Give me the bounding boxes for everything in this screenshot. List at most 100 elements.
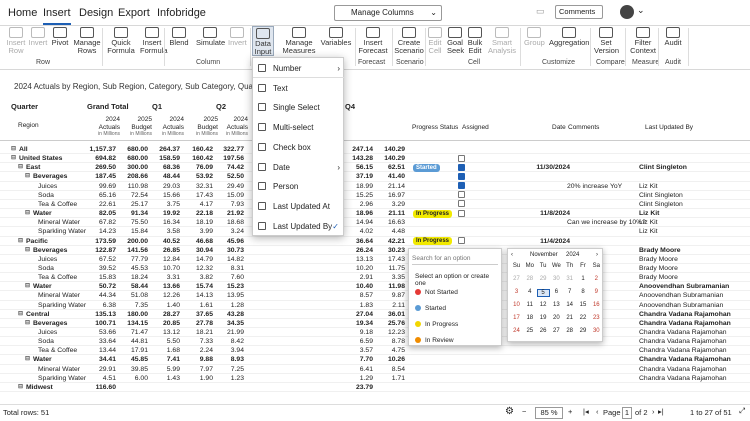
- value-cell[interactable]: 12.32: [183, 264, 213, 273]
- value-cell[interactable]: 45.96: [214, 237, 244, 246]
- value-cell[interactable]: 75.50: [118, 218, 148, 227]
- value-cell[interactable]: 77.79: [118, 255, 148, 264]
- value-cell[interactable]: 29.49: [214, 182, 244, 191]
- ribbon-btn-edit-cell[interactable]: Edit Cell: [427, 26, 443, 56]
- q4-budget-cell[interactable]: 16.97: [375, 191, 405, 200]
- value-cell[interactable]: 694.82: [86, 154, 116, 163]
- q4-actuals-cell[interactable]: 19.34: [343, 319, 373, 328]
- value-cell[interactable]: 68.36: [150, 163, 180, 172]
- menu-item-single-select[interactable]: Single Select: [253, 98, 345, 117]
- calendar-day[interactable]: 3: [510, 289, 523, 295]
- menu-item-number[interactable]: Number ›: [253, 59, 345, 78]
- date-cell[interactable]: 11/4/2024: [510, 237, 570, 246]
- value-cell[interactable]: 16.34: [150, 218, 180, 227]
- ribbon-btn-data-input[interactable]: Data Input: [252, 26, 274, 56]
- menu-item-check-box[interactable]: Check box: [253, 138, 345, 157]
- value-cell[interactable]: 15.83: [86, 273, 116, 282]
- value-cell[interactable]: 51.08: [118, 291, 148, 300]
- value-cell[interactable]: 15.74: [183, 282, 213, 291]
- value-cell[interactable]: 160.42: [183, 154, 213, 163]
- q4-actuals-cell[interactable]: 2.96: [343, 200, 373, 209]
- value-cell[interactable]: 34.41: [86, 355, 116, 364]
- value-cell[interactable]: 46.68: [183, 237, 213, 246]
- calendar-day[interactable]: 28: [523, 276, 536, 282]
- value-cell[interactable]: 1.28: [214, 301, 244, 310]
- ribbon-btn-insert-row[interactable]: Insert Row: [6, 26, 26, 56]
- value-cell[interactable]: 264.37: [150, 145, 180, 154]
- last-page-icon[interactable]: ▸|: [658, 407, 664, 416]
- calendar-day[interactable]: 21: [563, 315, 576, 321]
- calendar-year[interactable]: 2024: [566, 252, 579, 258]
- value-cell[interactable]: 173.59: [86, 237, 116, 246]
- calendar-day[interactable]: 17: [510, 315, 523, 321]
- ribbon-btn-goal-seek[interactable]: Goal Seek: [447, 26, 464, 56]
- value-cell[interactable]: 141.56: [118, 246, 148, 255]
- value-cell[interactable]: 5.99: [150, 365, 180, 374]
- q4-actuals-cell[interactable]: 4.02: [343, 227, 373, 236]
- table-row[interactable]: ⊟ Water 50.72 58.44 13.66 15.74 15.23 10.40 11.9…: [0, 282, 750, 292]
- value-cell[interactable]: 21.99: [214, 328, 244, 337]
- status-badge[interactable]: Started: [413, 163, 440, 172]
- q4-budget-cell[interactable]: 4.75: [375, 346, 405, 355]
- value-cell[interactable]: 1.43: [150, 374, 180, 383]
- calendar-day[interactable]: 22: [577, 315, 590, 321]
- value-cell[interactable]: 48.44: [150, 172, 180, 181]
- user-avatar[interactable]: [620, 5, 634, 19]
- value-cell[interactable]: 3.75: [150, 200, 180, 209]
- value-cell[interactable]: 67.82: [86, 218, 116, 227]
- zoom-in-icon[interactable]: +: [568, 407, 572, 416]
- q4-actuals-cell[interactable]: 27.04: [343, 310, 373, 319]
- value-cell[interactable]: 45.53: [118, 264, 148, 273]
- expand-toggle[interactable]: ⊟: [11, 154, 16, 163]
- table-row[interactable]: Tea & Coffee 22.61 25.17 3.75 4.17 7.93 2.96 3.…: [0, 200, 750, 210]
- value-cell[interactable]: 1,157.37: [86, 145, 116, 154]
- q4-budget-cell[interactable]: 42.21: [375, 237, 405, 246]
- table-row[interactable]: Soda 39.52 45.53 10.70 12.32 8.31 10.20 11.75 Br…: [0, 264, 750, 274]
- q4-budget-cell[interactable]: 140.29: [375, 154, 405, 163]
- expand-toggle[interactable]: ⊟: [18, 310, 23, 319]
- value-cell[interactable]: 9.88: [183, 355, 213, 364]
- ribbon-btn-audit[interactable]: Audit: [662, 26, 684, 56]
- calendar-day[interactable]: 24: [510, 328, 523, 334]
- status-option[interactable]: Not Started: [415, 289, 458, 296]
- value-cell[interactable]: 71.47: [118, 328, 148, 337]
- value-cell[interactable]: 19.92: [150, 209, 180, 218]
- value-cell[interactable]: 1.23: [214, 374, 244, 383]
- status-option[interactable]: In Progress: [415, 321, 458, 328]
- date-header[interactable]: Date: [552, 124, 566, 132]
- value-cell[interactable]: 7.60: [214, 273, 244, 282]
- prev-page-icon[interactable]: ‹: [596, 407, 599, 416]
- value-cell[interactable]: 14.13: [183, 291, 213, 300]
- value-cell[interactable]: 18.24: [118, 273, 148, 282]
- calendar-day[interactable]: 30: [550, 276, 563, 282]
- value-cell[interactable]: 1.61: [183, 301, 213, 310]
- table-row[interactable]: ⊟ East 269.50 300.00 68.36 76.09 74.42 56.15 62.…: [0, 163, 750, 173]
- expand-toggle[interactable]: ⊟: [25, 282, 30, 291]
- value-cell[interactable]: 7.93: [214, 200, 244, 209]
- page-input[interactable]: 1: [622, 407, 632, 419]
- value-cell[interactable]: 3.94: [214, 346, 244, 355]
- value-cell[interactable]: 20.85: [150, 319, 180, 328]
- table-row[interactable]: ⊟ Midwest 116.60 23.79: [0, 383, 750, 393]
- value-cell[interactable]: 3.58: [150, 227, 180, 236]
- measure-header[interactable]: 2025 Budgetin Millions: [186, 116, 218, 139]
- table-row[interactable]: Tea & Coffee 15.83 18.24 3.31 3.82 7.60 2.91 3.…: [0, 273, 750, 283]
- updated-by-header[interactable]: Last Updated By: [645, 124, 693, 132]
- value-cell[interactable]: 13.44: [86, 346, 116, 355]
- expand-toggle[interactable]: ⊟: [25, 246, 30, 255]
- ribbon-btn-bulk-edit[interactable]: Bulk Edit: [467, 26, 483, 56]
- table-row[interactable]: Mineral Water 44.34 51.08 12.26 14.13 13.95 8.…: [0, 291, 750, 301]
- value-cell[interactable]: 187.45: [86, 172, 116, 181]
- value-cell[interactable]: 160.42: [183, 145, 213, 154]
- q4-budget-cell[interactable]: 2.11: [375, 301, 405, 310]
- table-row[interactable]: ⊟ United States 694.82 680.00 158.59 160.42 19…: [0, 154, 750, 164]
- value-cell[interactable]: 13.95: [214, 291, 244, 300]
- value-cell[interactable]: 15.09: [214, 191, 244, 200]
- assigned-checkbox[interactable]: [458, 209, 465, 217]
- calendar-day[interactable]: 10: [510, 302, 523, 308]
- value-cell[interactable]: 1.40: [150, 301, 180, 310]
- q4-budget-cell[interactable]: 62.51: [375, 163, 405, 172]
- value-cell[interactable]: 72.54: [118, 191, 148, 200]
- assigned-checkbox[interactable]: [458, 154, 465, 162]
- value-cell[interactable]: 197.56: [214, 154, 244, 163]
